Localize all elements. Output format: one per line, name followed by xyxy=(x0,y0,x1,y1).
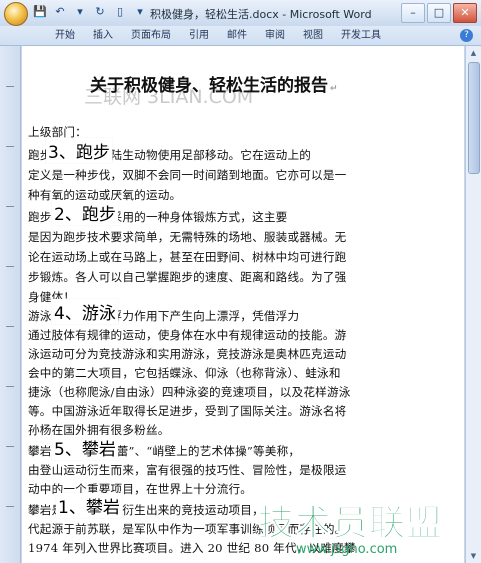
body-line: 步锻炼。各人可以自己掌握跑步的速度、距离和路线。为了强 xyxy=(28,270,347,284)
tab-mailings[interactable]: 邮件 xyxy=(218,29,256,43)
site-logo-name: 技术员联盟 xyxy=(257,503,444,545)
subheading-running-3: 3、跑步 xyxy=(46,138,112,163)
save-icon[interactable]: 💾 xyxy=(32,4,48,20)
vertical-ruler xyxy=(0,46,21,563)
body-line: 捷泳（也称爬泳/自由泳）四种泳姿的竞速项目，以及花样游泳 xyxy=(28,385,351,399)
ruler-tick xyxy=(6,506,14,507)
new-document-icon[interactable]: ▯ xyxy=(112,4,128,20)
scroll-down-icon[interactable]: ▼ xyxy=(466,549,481,563)
subheading-swimming-4: 4、游泳 xyxy=(52,299,118,324)
body-line: 会中的第二大项目，它包括蝶泳、仰泳（也称背泳）、蛙泳和 xyxy=(28,366,341,380)
body-line: 论在运动场上或在马路上，甚至在田野间、树林中均可进行跑 xyxy=(28,250,347,264)
scroll-up-icon[interactable]: ▲ xyxy=(466,46,481,60)
site-logo-url: www.jsgho.com xyxy=(296,542,398,557)
body-line: 由登山运动衍生而来，富有很强的技巧性、冒险性，是极限运 xyxy=(28,463,347,477)
workspace: 三联网 3LIAN.COM 关于积极健身、轻松生活的报告 ↵ 上级部门： 跑步的定… xyxy=(0,46,481,563)
paragraph-mark: ↵ xyxy=(330,84,338,94)
tab-review[interactable]: 审阅 xyxy=(256,29,294,43)
window-controls: – □ ✕ xyxy=(401,3,477,23)
ruler-tick xyxy=(6,206,14,207)
redo-icon[interactable]: ↻ xyxy=(92,4,108,20)
ruler-tick xyxy=(6,326,14,327)
tab-references[interactable]: 引用 xyxy=(180,29,218,43)
site-logo-overlay: 技术员联盟 www.jsgho.com xyxy=(257,494,464,563)
help-icon[interactable]: ? xyxy=(460,29,473,42)
body-line: 是因为跑步技术要求简单，无需特殊的场地、服装或器械。无 xyxy=(28,230,347,244)
ruler-tick xyxy=(6,446,14,447)
body-line: 定义是一种步伐，双脚不会同一时间踏到地面。它亦可以是一 xyxy=(28,168,347,182)
close-button[interactable]: ✕ xyxy=(453,3,477,23)
ruler-tick xyxy=(6,266,14,267)
customize-qat-icon[interactable]: ▾ xyxy=(132,4,148,20)
title-bar: 💾 ↶ ▾ ↻ ▯ ▾ 积极健身，轻松生活.docx - Microsoft W… xyxy=(0,0,481,27)
undo-dropdown-icon[interactable]: ▾ xyxy=(72,4,88,20)
document-body[interactable]: 三联网 3LIAN.COM 关于积极健身、轻松生活的报告 ↵ 上级部门： 跑步的定… xyxy=(22,46,464,563)
tab-developer[interactable]: 开发工具 xyxy=(332,29,390,43)
document-title: 关于积极健身、轻松生活的报告 ↵ xyxy=(90,71,338,96)
body-line: 通过肢体有规律的运动，使身体在水中有规律运动的技能。游 xyxy=(28,328,347,342)
scroll-thumb[interactable] xyxy=(468,62,480,174)
document-page[interactable]: 三联网 3LIAN.COM 关于积极健身、轻松生活的报告 ↵ 上级部门： 跑步的定… xyxy=(22,46,464,563)
quick-access-toolbar: 💾 ↶ ▾ ↻ ▯ ▾ xyxy=(32,4,148,20)
office-button[interactable] xyxy=(4,2,28,26)
subheading-running-2: 2、跑步 xyxy=(52,200,118,225)
ruler-tick xyxy=(6,386,14,387)
body-line: 等。中国游泳近年取得长足进步，受到了国际关注。游泳名将 xyxy=(28,404,347,418)
window-title: 积极健身，轻松生活.docx - Microsoft Word xyxy=(150,8,372,21)
undo-icon[interactable]: ↶ xyxy=(52,4,68,20)
tab-home[interactable]: 开始 xyxy=(46,29,84,43)
tab-page-layout[interactable]: 页面布局 xyxy=(122,29,180,43)
ruler-tick xyxy=(6,146,14,147)
tab-view[interactable]: 视图 xyxy=(294,29,332,43)
tab-insert[interactable]: 插入 xyxy=(84,29,122,43)
vertical-scrollbar[interactable]: ▲ ▼ xyxy=(465,46,481,563)
subheading-climbing-5: 5、攀岩 xyxy=(52,435,118,460)
ruler-tick xyxy=(6,86,14,87)
subheading-climbing-1: 1、攀岩 xyxy=(56,493,122,518)
minimize-button[interactable]: – xyxy=(401,3,425,23)
ribbon-tabs: 开始 插入 页面布局 引用 邮件 审阅 视图 开发工具 xyxy=(46,29,390,43)
body-line: 泳运动可分为竞技游泳和实用游泳，竞技游泳是奥林匹克运动 xyxy=(28,347,347,361)
maximize-button[interactable]: □ xyxy=(427,3,451,23)
document-title-text: 关于积极健身、轻松生活的报告 xyxy=(90,76,328,96)
ribbon-tab-bar: 开始 插入 页面布局 引用 邮件 审阅 视图 开发工具 ? xyxy=(0,26,481,46)
